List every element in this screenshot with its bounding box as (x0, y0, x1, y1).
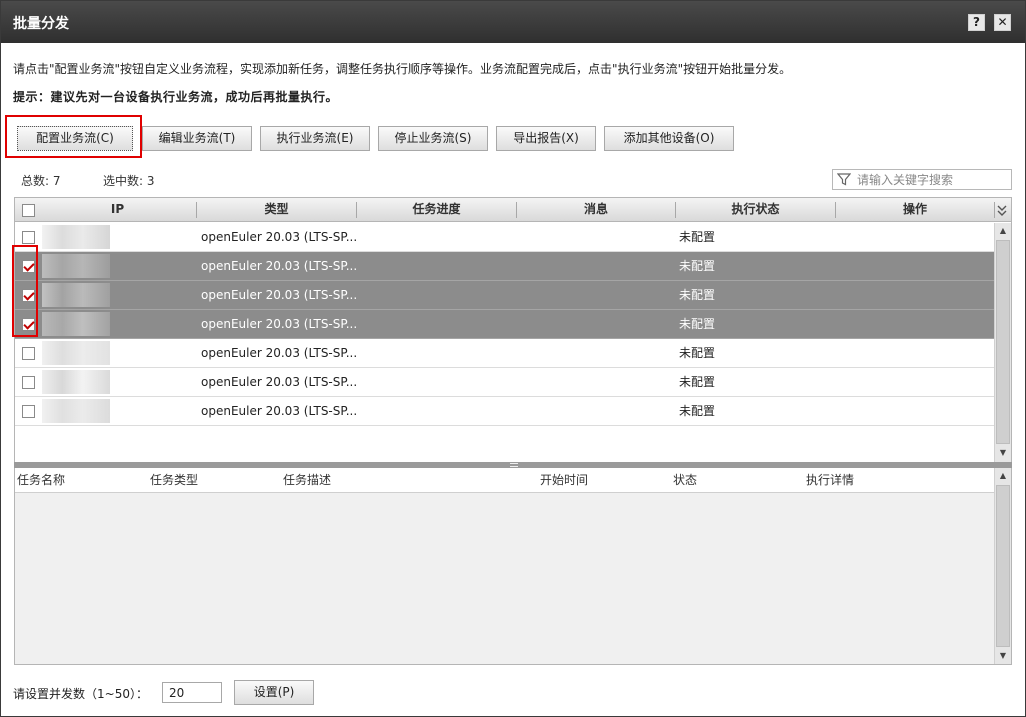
task-table: 任务名称 任务类型 任务描述 开始时间 状态 执行详情 ▲ ▼ (14, 468, 1012, 665)
ip-redacted (42, 312, 110, 336)
set-concurrency-button[interactable]: 设置(P) (234, 680, 314, 705)
tip-text: 提示：建议先对一台设备执行业务流，成功后再批量执行。 (13, 90, 339, 104)
row-checkbox[interactable] (22, 347, 35, 360)
scroll-thumb[interactable] (996, 485, 1010, 647)
row-type: openEuler 20.03 (LTS-SP... (201, 346, 358, 360)
table-row[interactable]: openEuler 20.03 (LTS-SP... 未配置 (15, 252, 994, 281)
run-workflow-button[interactable]: 执行业务流(E) (260, 126, 370, 151)
config-workflow-button[interactable]: 配置业务流(C) (17, 126, 133, 151)
header-exec-status[interactable]: 执行状态 (676, 198, 835, 221)
export-report-button[interactable]: 导出报告(X) (496, 126, 596, 151)
scroll-up-icon[interactable]: ▲ (995, 468, 1011, 484)
row-status: 未配置 (679, 404, 716, 418)
help-button[interactable]: ? (968, 14, 985, 31)
scroll-down-icon[interactable]: ▼ (995, 445, 1011, 461)
ip-redacted (42, 370, 110, 394)
ip-redacted (42, 254, 110, 278)
row-checkbox[interactable] (22, 231, 35, 244)
add-devices-button[interactable]: 添加其他设备(O) (604, 126, 734, 151)
table-row[interactable]: openEuler 20.03 (LTS-SP... 未配置 (15, 281, 994, 310)
close-button[interactable]: ✕ (994, 14, 1011, 31)
row-type: openEuler 20.03 (LTS-SP... (201, 317, 358, 331)
table-row[interactable]: openEuler 20.03 (LTS-SP... 未配置 (15, 339, 994, 368)
row-type: openEuler 20.03 (LTS-SP... (201, 404, 358, 418)
row-type: openEuler 20.03 (LTS-SP... (201, 230, 358, 244)
header-task-status[interactable]: 状态 (673, 468, 697, 493)
table-row[interactable]: openEuler 20.03 (LTS-SP... 未配置 (15, 223, 994, 252)
header-actions[interactable]: 操作 (836, 198, 994, 221)
search-input[interactable] (857, 171, 1007, 188)
column-menu-icon[interactable] (996, 204, 1008, 217)
header-task-type[interactable]: 任务类型 (150, 468, 198, 493)
search-box[interactable] (832, 169, 1012, 190)
edit-workflow-button[interactable]: 编辑业务流(T) (142, 126, 252, 151)
concurrency-label: 请设置并发数（1~50）： (13, 687, 148, 701)
row-status: 未配置 (679, 317, 716, 331)
task-table-scrollbar[interactable]: ▲ ▼ (994, 468, 1011, 664)
task-table-header: 任务名称 任务类型 任务描述 开始时间 状态 执行详情 (15, 468, 994, 493)
device-table-header: IP 类型 任务进度 消息 执行状态 操作 (15, 198, 1011, 222)
row-status: 未配置 (679, 288, 716, 302)
concurrency-input[interactable] (162, 682, 222, 703)
filter-icon (837, 173, 851, 186)
selected-count: 选中数: 3 (103, 174, 155, 188)
row-type: openEuler 20.03 (LTS-SP... (201, 259, 358, 273)
header-progress[interactable]: 任务进度 (357, 198, 516, 221)
splitter-grip-icon[interactable] (510, 463, 518, 467)
row-checkbox[interactable] (22, 405, 35, 418)
row-checkbox[interactable] (22, 318, 35, 331)
scroll-thumb[interactable] (996, 240, 1010, 444)
table-row[interactable]: openEuler 20.03 (LTS-SP... 未配置 (15, 368, 994, 397)
header-start-time[interactable]: 开始时间 (540, 468, 588, 493)
row-status: 未配置 (679, 230, 716, 244)
row-status: 未配置 (679, 375, 716, 389)
row-checkbox[interactable] (22, 289, 35, 302)
device-table: IP 类型 任务进度 消息 执行状态 操作 openEuler 20.03 (L… (14, 197, 1012, 463)
scroll-down-icon[interactable]: ▼ (995, 648, 1011, 664)
total-count: 总数: 7 (21, 174, 61, 188)
ip-redacted (42, 341, 110, 365)
device-table-scrollbar[interactable]: ▲ ▼ (994, 223, 1011, 462)
table-row[interactable]: openEuler 20.03 (LTS-SP... 未配置 (15, 397, 994, 426)
header-type[interactable]: 类型 (197, 198, 356, 221)
header-task-name[interactable]: 任务名称 (17, 468, 65, 493)
instructions-text: 请点击"配置业务流"按钮自定义业务流程，实现添加新任务，调整任务执行顺序等操作。… (13, 62, 792, 76)
header-message[interactable]: 消息 (517, 198, 675, 221)
header-task-desc[interactable]: 任务描述 (283, 468, 331, 493)
ip-redacted (42, 283, 110, 307)
batch-distribute-dialog: 批量分发 ? ✕ 请点击"配置业务流"按钮自定义业务流程，实现添加新任务，调整任… (0, 0, 1026, 717)
header-ip[interactable]: IP (39, 198, 196, 221)
row-status: 未配置 (679, 259, 716, 273)
title-bar: 批量分发 ? ✕ (1, 1, 1025, 43)
row-checkbox[interactable] (22, 260, 35, 273)
row-status: 未配置 (679, 346, 716, 360)
row-type: openEuler 20.03 (LTS-SP... (201, 375, 358, 389)
row-checkbox[interactable] (22, 376, 35, 389)
stop-workflow-button[interactable]: 停止业务流(S) (378, 126, 488, 151)
ip-redacted (42, 225, 110, 249)
row-type: openEuler 20.03 (LTS-SP... (201, 288, 358, 302)
select-all-checkbox[interactable] (22, 204, 35, 217)
scroll-up-icon[interactable]: ▲ (995, 223, 1011, 239)
table-row[interactable]: openEuler 20.03 (LTS-SP... 未配置 (15, 310, 994, 339)
ip-redacted (42, 399, 110, 423)
dialog-title: 批量分发 (13, 16, 69, 32)
header-exec-detail[interactable]: 执行详情 (806, 468, 854, 493)
